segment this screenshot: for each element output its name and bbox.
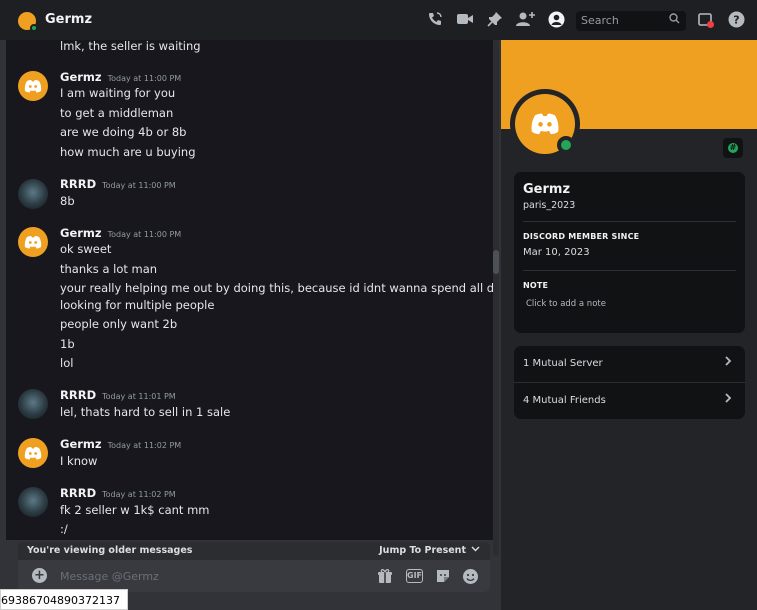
note-title: NOTE	[523, 281, 549, 290]
add-friends-icon[interactable]	[516, 11, 535, 29]
sticker-icon[interactable]	[434, 568, 451, 584]
id-tooltip: 69386704890372137	[0, 589, 128, 610]
chat-scrollbar[interactable]	[493, 40, 499, 556]
chevron-down-icon[interactable]	[471, 544, 480, 556]
message-author[interactable]: Germz Today at 11:02 PM	[60, 437, 181, 451]
dm-title[interactable]: Germz	[45, 12, 92, 27]
pinned-messages-icon[interactable]	[486, 11, 504, 29]
message-text: fk 2 seller w 1k$ cant mm	[60, 503, 210, 517]
rrrd-avatar[interactable]	[18, 179, 48, 209]
message-composer: + GIF	[18, 560, 490, 592]
mutuals-card: 1 Mutual Server 4 Mutual Friends	[514, 346, 745, 419]
germz-avatar[interactable]	[18, 71, 48, 101]
author-name[interactable]: RRRD	[60, 177, 96, 191]
start-video-call-icon[interactable]	[456, 11, 474, 29]
help-icon[interactable]: ?	[727, 11, 745, 29]
message-text: people only want 2b	[60, 317, 178, 331]
author-name[interactable]: Germz	[60, 437, 102, 451]
header-avatar[interactable]	[18, 12, 38, 32]
author-name[interactable]: Germz	[60, 70, 102, 84]
start-voice-call-icon[interactable]	[426, 11, 444, 29]
online-status-indicator	[30, 24, 38, 32]
divider	[523, 270, 736, 271]
rrrd-avatar[interactable]	[18, 487, 48, 517]
message-author[interactable]: RRRD Today at 11:02 PM	[60, 486, 176, 500]
rrrd-avatar[interactable]	[18, 389, 48, 419]
online-status-indicator	[557, 136, 575, 154]
discord-logo-icon	[24, 79, 42, 93]
message-text: lol	[60, 356, 74, 370]
message-timestamp: Today at 11:00 PM	[102, 181, 176, 190]
gift-icon[interactable]	[376, 568, 393, 584]
user-profile-icon[interactable]	[547, 11, 565, 29]
author-name[interactable]: Germz	[60, 226, 102, 240]
svg-text:?: ?	[733, 14, 739, 27]
author-name[interactable]: RRRD	[60, 388, 96, 402]
dm-header: Germz Search ?	[0, 0, 757, 40]
message-text: looking for multiple people	[60, 298, 215, 312]
chevron-right-icon	[723, 355, 733, 371]
search-bar[interactable]: Search	[576, 11, 686, 31]
message-text: lel, thats hard to sell in 1 sale	[60, 405, 231, 419]
user-profile-panel: # Germz paris_2023 DISCORD MEMBER SINCE …	[501, 40, 757, 610]
message-author[interactable]: RRRD Today at 11:01 PM	[60, 388, 176, 402]
upload-plus-icon[interactable]: +	[32, 568, 47, 583]
message-text: your really helping me out by doing this…	[60, 281, 493, 295]
profile-info-card: Germz paris_2023 DISCORD MEMBER SINCE Ma…	[514, 172, 745, 333]
message-author[interactable]: RRRD Today at 11:00 PM	[60, 177, 176, 191]
author-name[interactable]: RRRD	[60, 486, 96, 500]
germz-avatar[interactable]	[18, 227, 48, 257]
divider	[523, 221, 736, 222]
search-placeholder: Search	[581, 14, 619, 27]
message-text: ok sweet	[60, 242, 112, 256]
message-text: lmk, the seller is waiting	[60, 40, 201, 53]
mutual-servers-label: 1 Mutual Server	[523, 358, 603, 369]
discord-logo-icon	[531, 113, 559, 135]
mutual-friends-label: 4 Mutual Friends	[523, 395, 606, 406]
message-text: how much are u buying	[60, 145, 196, 159]
message-timestamp: Today at 11:00 PM	[107, 230, 182, 239]
message-text: I know	[60, 454, 98, 468]
note-input[interactable]: Click to add a note	[526, 299, 606, 309]
profile-badge[interactable]: #	[723, 138, 743, 158]
member-since-title: DISCORD MEMBER SINCE	[523, 232, 640, 241]
message-list[interactable]: lmk, the seller is waiting Germz Today at…	[6, 40, 493, 540]
message-text: to get a middleman	[60, 106, 174, 120]
message-author[interactable]: Germz Today at 11:00 PM	[60, 226, 181, 240]
message-timestamp: Today at 11:01 PM	[102, 392, 176, 401]
chevron-right-icon	[723, 392, 733, 408]
mutual-friends-row[interactable]: 4 Mutual Friends	[514, 383, 745, 419]
member-since-date: Mar 10, 2023	[523, 247, 590, 258]
message-input[interactable]	[60, 567, 360, 585]
older-messages-label: You're viewing older messages	[27, 545, 193, 556]
message-text: I am waiting for you	[60, 86, 176, 100]
message-author[interactable]: Germz Today at 11:00 PM	[60, 70, 181, 84]
older-messages-bar[interactable]: You're viewing older messages Jump To Pr…	[18, 542, 490, 560]
gif-button[interactable]: GIF	[406, 569, 423, 583]
message-timestamp: Today at 11:02 PM	[102, 490, 176, 499]
message-text: :/	[60, 522, 68, 536]
message-text: 1b	[60, 337, 75, 351]
germz-avatar[interactable]	[18, 438, 48, 468]
jump-to-present-button[interactable]: Jump To Present	[379, 545, 466, 556]
profile-display-name: Germz	[523, 182, 571, 197]
emoji-icon[interactable]	[462, 568, 479, 584]
message-timestamp: Today at 11:02 PM	[107, 441, 182, 450]
profile-username: paris_2023	[523, 200, 576, 211]
hashtag-badge-icon: #	[728, 143, 738, 153]
message-timestamp: Today at 11:00 PM	[107, 74, 182, 83]
mutual-servers-row[interactable]: 1 Mutual Server	[514, 346, 745, 382]
message-text: 8b	[60, 194, 75, 208]
message-text: are we doing 4b or 8b	[60, 125, 187, 139]
inbox-icon[interactable]	[697, 11, 715, 29]
search-icon	[669, 13, 680, 27]
scrollbar-thumb[interactable]	[493, 250, 499, 274]
message-text: thanks a lot man	[60, 262, 158, 276]
